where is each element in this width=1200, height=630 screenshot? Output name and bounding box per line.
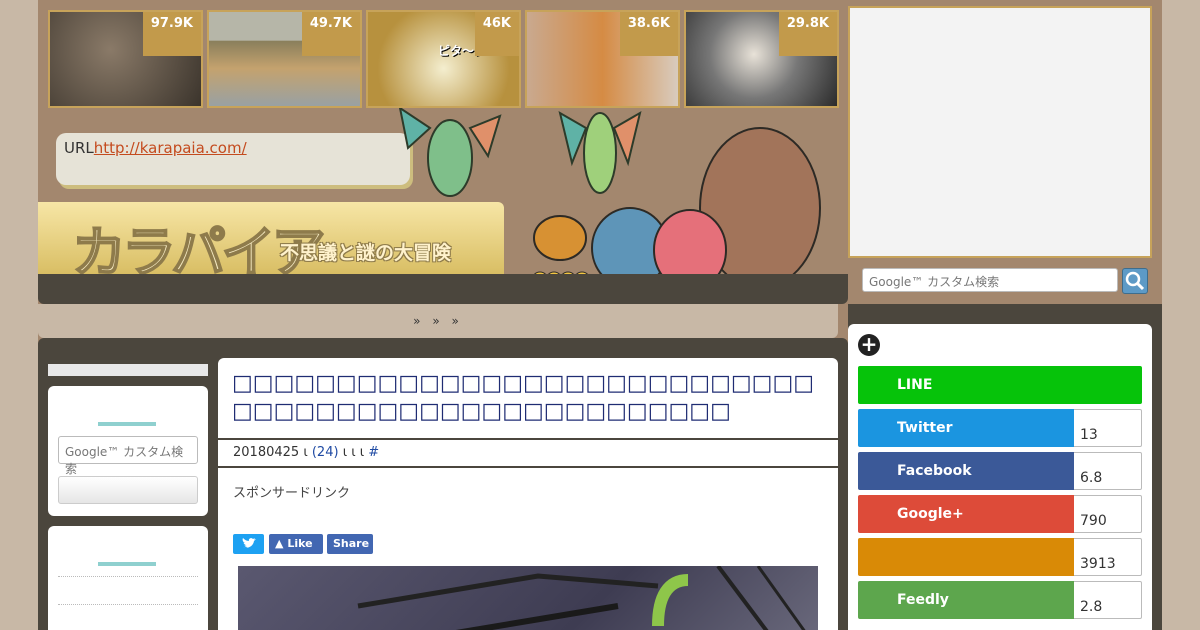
article-meta: 20180425 ι (24) ι ι ι # [218, 438, 838, 468]
like-label: Like [287, 537, 313, 550]
search-button[interactable] [1122, 268, 1148, 294]
section-rule [98, 562, 156, 566]
twitter-bird-icon [242, 538, 256, 548]
thumbnail-4[interactable]: 38.6K [525, 10, 680, 108]
line-share-button[interactable]: LINE [858, 366, 1142, 404]
article: □□□□□□□□□□□□□□□□□□□□□□□□□□□□□□□□□□□□□□□□… [218, 358, 838, 630]
article-date: 20180425 [233, 445, 300, 460]
facebook-like-button[interactable]: ▲ Like [269, 534, 323, 554]
meta-separator: ι [303, 445, 308, 460]
header-search: Google™ カスタム検索 [848, 258, 1162, 304]
ad-placeholder [848, 6, 1152, 258]
permalink-hash[interactable]: # [368, 445, 379, 460]
googleplus-count: 790 [1074, 495, 1142, 533]
left-search-input[interactable]: Google™ カスタム検索 [58, 436, 198, 476]
share-row-facebook[interactable]: Facebook 6.8 [858, 452, 1142, 490]
twitter-share-button[interactable]: Twitter [858, 409, 1074, 447]
list-divider [58, 604, 198, 605]
tweet-button[interactable] [233, 534, 264, 554]
list-divider [58, 576, 198, 577]
view-count-badge: 38.6K [619, 12, 678, 56]
bookmark-count: 3913 [1074, 538, 1142, 576]
sponsored-link-label: スポンサードリンク [233, 486, 351, 501]
plus-icon[interactable]: + [858, 334, 880, 356]
facebook-share-button[interactable]: Share [327, 534, 373, 554]
view-count-badge: 97.9K [142, 12, 201, 56]
breadcrumb[interactable]: » » » [38, 304, 838, 338]
share-row-twitter[interactable]: Twitter 13 [858, 409, 1142, 447]
popular-thumbnails: 97.9K 49.7K ピタ〜ン 46K 38.6K 29.8K [48, 10, 840, 110]
thumbnail-3[interactable]: ピタ〜ン 46K [366, 10, 521, 108]
thumbnail-5[interactable]: 29.8K [684, 10, 839, 108]
share-row-googleplus[interactable]: Google+ 790 [858, 495, 1142, 533]
thumbs-up-icon: ▲ [275, 537, 284, 550]
header-divider [38, 274, 848, 304]
url-bubble: URLhttp://karapaia.com/ [56, 133, 410, 185]
feedly-count: 2.8 [1074, 581, 1142, 619]
search-icon [1125, 271, 1145, 291]
feedly-follow-button[interactable]: Feedly [858, 581, 1074, 619]
view-count-badge: 46K [474, 12, 519, 56]
meta-tail: ι ι ι [342, 445, 365, 460]
site-logo-band[interactable]: カラパイア 不思議と謎の大冒険 [38, 202, 504, 285]
site-url-link[interactable]: http://karapaia.com/ [94, 139, 247, 157]
share-panel: + LINE Twitter 13 Facebook 6.8 Google+ 7… [848, 324, 1152, 630]
twitter-count: 13 [1074, 409, 1142, 447]
share-row-line[interactable]: LINE [858, 366, 1142, 404]
thumbnail-2[interactable]: 49.7K [207, 10, 362, 108]
bookmark-share-button[interactable] [858, 538, 1074, 576]
googleplus-share-button[interactable]: Google+ [858, 495, 1074, 533]
share-row-hatena[interactable]: 3913 [858, 538, 1142, 576]
thumbnail-1[interactable]: 97.9K [48, 10, 203, 108]
section-rule [98, 422, 156, 426]
facebook-count: 6.8 [1074, 452, 1142, 490]
search-input[interactable]: Google™ カスタム検索 [862, 268, 1118, 292]
article-image [238, 566, 818, 630]
left-search-card: Google™ カスタム検索 [48, 386, 208, 516]
article-photo-art [357, 566, 806, 630]
facebook-share-button[interactable]: Facebook [858, 452, 1074, 490]
left-list-card [48, 526, 208, 630]
view-count-badge: 49.7K [301, 12, 360, 56]
left-search-button[interactable] [58, 476, 198, 504]
site-tagline: 不思議と謎の大冒険 [280, 242, 452, 264]
left-sidebar-header [48, 364, 208, 376]
url-prefix: URL [64, 139, 94, 157]
share-row-feedly[interactable]: Feedly 2.8 [858, 581, 1142, 619]
comment-count-link[interactable]: (24) [312, 445, 339, 460]
view-count-badge: 29.8K [778, 12, 837, 56]
article-title[interactable]: □□□□□□□□□□□□□□□□□□□□□□□□□□□□□□□□□□□□□□□□… [232, 370, 822, 426]
